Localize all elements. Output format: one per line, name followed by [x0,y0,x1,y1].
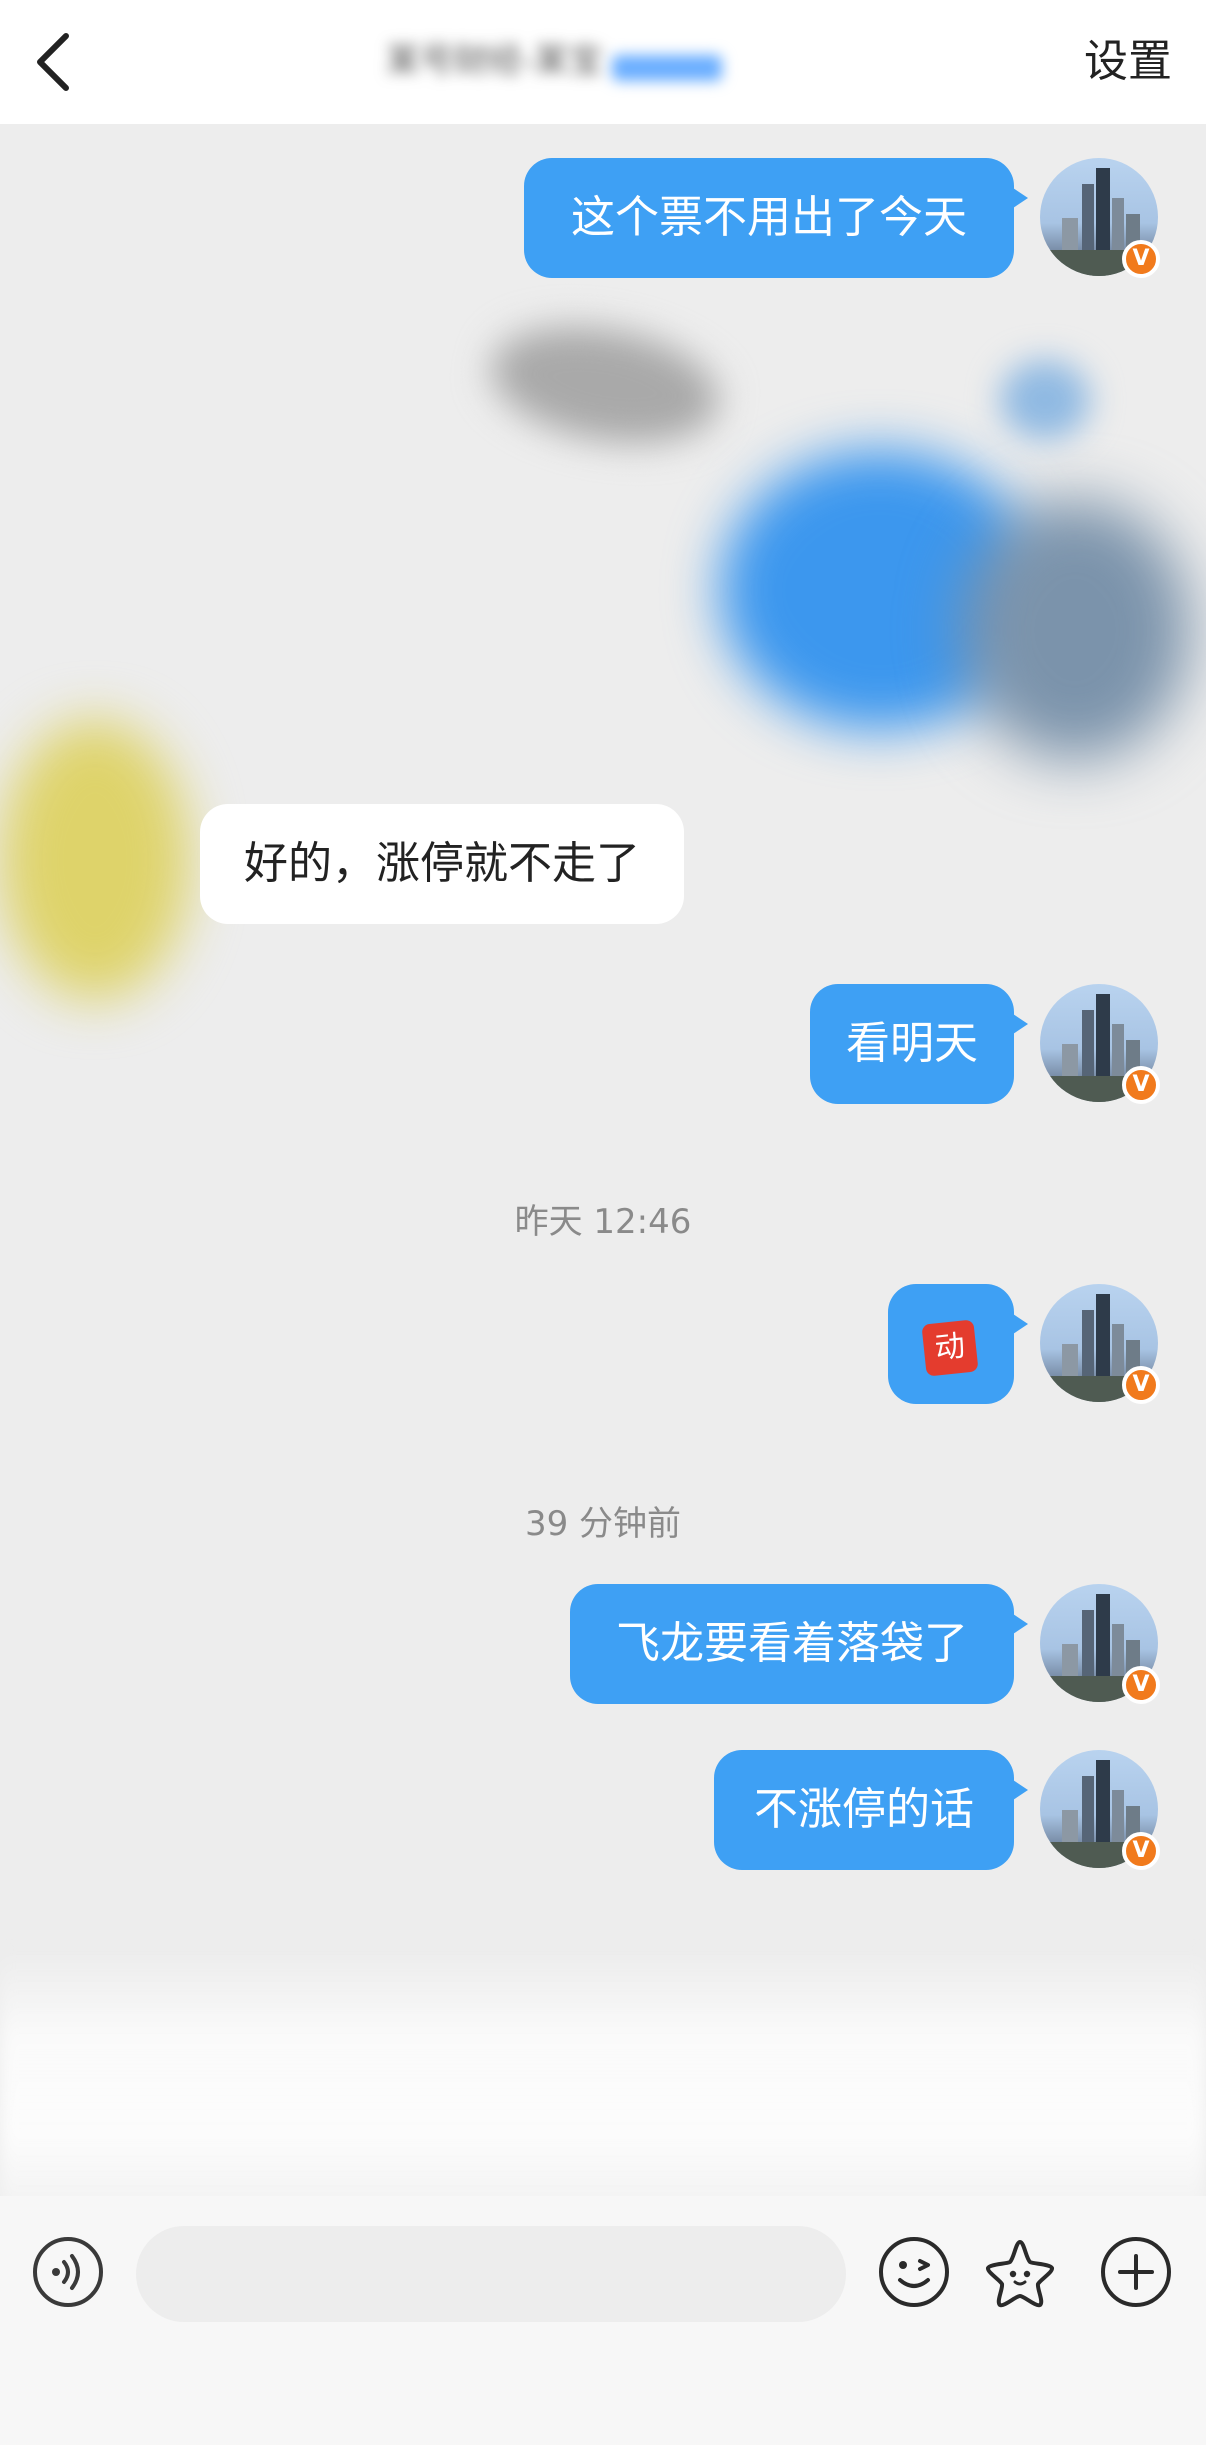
redaction-lightblue [1000,360,1090,440]
title-tag [612,54,723,81]
verified-badge: V [1122,1066,1160,1104]
redaction-fog [0,1950,1206,2210]
message-text: 好的，涨停就不走了 [244,838,640,889]
verified-badge: V [1122,1666,1160,1704]
back-button[interactable] [22,24,92,100]
message-text: 飞龙要看着落袋了 [616,1618,968,1669]
favorite-button[interactable] [982,2234,1058,2310]
timestamp: 昨天 12:46 [514,1202,692,1242]
page-title: 某号财经-某宝 [386,36,826,86]
verified-badge: V [1122,1832,1160,1870]
star-icon [986,2240,1054,2308]
header-bar: 某号财经-某宝 设置 [0,0,1206,124]
redaction-slate [960,500,1190,760]
emoji-button[interactable] [876,2234,952,2310]
page-title-text: 某号财经-某宝 [386,41,603,81]
message-bubble-outgoing[interactable]: 不涨停的话 [714,1750,1028,1870]
message-input[interactable] [136,2226,846,2322]
redaction-yellow [0,720,190,1000]
message-bubble-incoming[interactable]: 好的，涨停就不走了 [200,804,684,924]
avatar[interactable]: V [1040,1284,1160,1404]
message-text: 这个票不用出了今天 [571,192,967,243]
sticker-icon: 动 [921,1319,979,1377]
avatar[interactable]: V [1040,1750,1160,1870]
timestamp: 39 分钟前 [524,1504,682,1544]
verified-badge: V [1122,240,1160,278]
message-bubble-outgoing[interactable]: 看明天 [810,984,1028,1104]
message-text: 看明天 [846,1018,978,1069]
avatar[interactable]: V [1040,158,1160,278]
emoji-icon [879,2237,949,2307]
verified-badge: V [1122,1366,1160,1404]
message-bubble-outgoing[interactable]: 飞龙要看着落袋了 [570,1584,1028,1704]
more-button[interactable] [1098,2234,1174,2310]
voice-icon [33,2237,103,2307]
plus-icon [1101,2237,1171,2307]
message-bubble-outgoing[interactable]: 这个票不用出了今天 [524,158,1028,278]
settings-button[interactable]: 设置 [1084,32,1172,92]
message-text: 不涨停的话 [754,1784,974,1835]
redaction-gray [482,310,728,460]
chevron-left-icon [37,33,69,91]
avatar[interactable]: V [1040,984,1160,1104]
voice-button[interactable] [30,2234,106,2310]
avatar[interactable]: V [1040,1584,1160,1704]
